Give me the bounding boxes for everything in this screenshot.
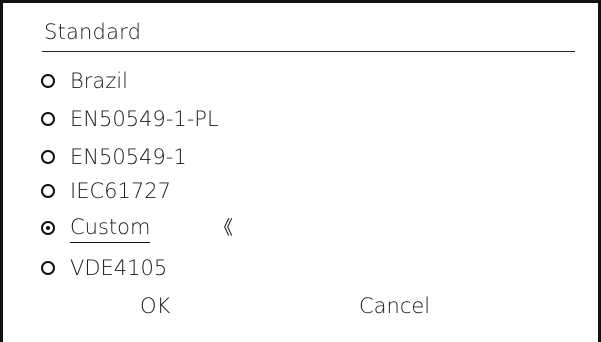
title-divider — [42, 51, 575, 52]
option-brazil[interactable]: Brazil — [41, 66, 128, 96]
radio-selected-icon[interactable] — [41, 221, 55, 235]
option-label: EN50549-1 — [70, 145, 187, 169]
option-iec61727[interactable]: IEC61727 — [41, 176, 171, 206]
option-label-focused: Custom — [70, 214, 151, 243]
option-vde4105[interactable]: VDE4105 — [41, 253, 167, 283]
option-en50549-1[interactable]: EN50549-1 — [41, 142, 187, 172]
option-label: VDE4105 — [70, 256, 168, 280]
ok-button[interactable]: OK — [140, 291, 170, 321]
standard-dialog: Standard Brazil EN50549-1-PL EN50549-1 I… — [0, 0, 601, 342]
dialog-title: Standard — [44, 20, 142, 44]
option-label: Brazil — [70, 69, 128, 93]
radio-unselected-icon[interactable] — [41, 150, 55, 164]
radio-unselected-icon[interactable] — [41, 184, 55, 198]
option-custom[interactable]: Custom — [41, 213, 151, 243]
option-label: EN50549-1-PL — [70, 107, 219, 131]
cancel-button[interactable]: Cancel — [359, 291, 430, 321]
option-label: IEC61727 — [70, 179, 171, 203]
focus-arrow-icon: 《 — [214, 217, 234, 239]
radio-unselected-icon[interactable] — [41, 261, 55, 275]
option-en50549-1-pl[interactable]: EN50549-1-PL — [41, 104, 219, 134]
radio-unselected-icon[interactable] — [41, 74, 55, 88]
radio-unselected-icon[interactable] — [41, 112, 55, 126]
